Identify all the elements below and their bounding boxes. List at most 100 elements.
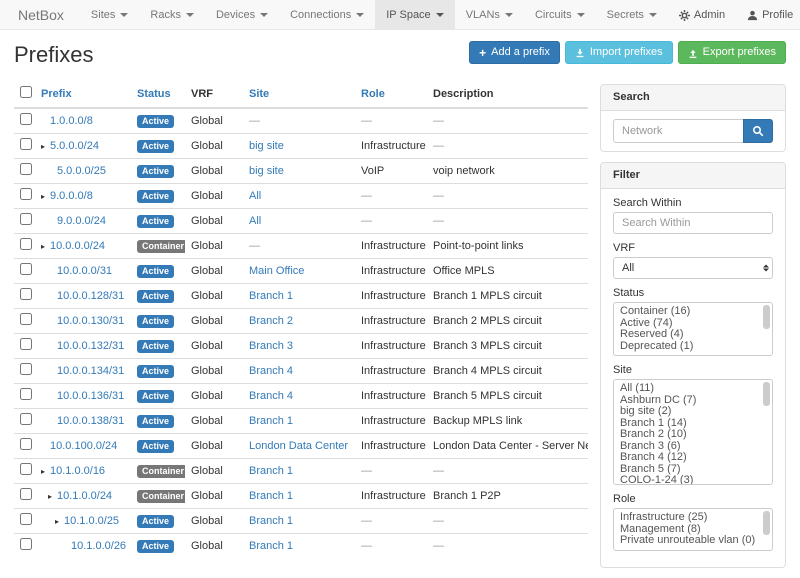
row-checkbox[interactable] <box>20 413 32 425</box>
description-cell: voip network <box>427 159 588 184</box>
brand[interactable]: NetBox <box>0 0 80 29</box>
listbox-option[interactable]: All (11) <box>614 383 772 395</box>
prefix-link[interactable]: 10.0.0.0/24 <box>50 240 105 252</box>
expand-arrow-icon: ▸ <box>41 190 50 203</box>
row-checkbox[interactable] <box>20 213 32 225</box>
listbox-option[interactable]: big site (2) <box>614 406 772 418</box>
prefix-link[interactable]: 5.0.0.0/24 <box>50 140 99 152</box>
listbox-scrollbar[interactable] <box>763 511 770 535</box>
row-checkbox[interactable] <box>20 538 32 550</box>
row-checkbox[interactable] <box>20 513 32 525</box>
site-link[interactable]: Main Office <box>249 265 304 277</box>
prefix-link[interactable]: 10.0.0.134/31 <box>57 365 124 377</box>
prefix-link[interactable]: 9.0.0.0/24 <box>57 215 106 227</box>
listbox-option[interactable]: Deprecated (1) <box>614 341 772 353</box>
search-button[interactable] <box>743 119 773 143</box>
site-filter-label: Site <box>613 364 773 376</box>
prefix-link[interactable]: 10.0.0.136/31 <box>57 390 124 402</box>
listbox-option[interactable]: Private unrouteable vlan (0) <box>614 535 772 547</box>
table-row: 10.0.100.0/24 Active Global London Data … <box>14 434 588 459</box>
site-link[interactable]: All <box>249 215 261 227</box>
listbox-option[interactable]: Management (8) <box>614 524 772 536</box>
nav-item-connections[interactable]: Connections <box>279 0 375 29</box>
table-row: ▸5.0.0.0/24 Active Global big site Infra… <box>14 134 588 159</box>
vrf-cell: Global <box>185 359 243 384</box>
nav-item-circuits[interactable]: Circuits <box>524 0 596 29</box>
select-all-checkbox[interactable] <box>20 86 32 98</box>
row-checkbox[interactable] <box>20 188 32 200</box>
row-checkbox[interactable] <box>20 463 32 475</box>
nav-item-secrets[interactable]: Secrets <box>596 0 668 29</box>
site-link[interactable]: big site <box>249 165 284 177</box>
prefix-link[interactable]: 10.1.0.0/26 <box>71 540 126 552</box>
listbox-option[interactable]: Infrastructure (25) <box>614 512 772 524</box>
row-checkbox[interactable] <box>20 488 32 500</box>
prefix-link[interactable]: 10.0.0.130/31 <box>57 315 124 327</box>
listbox-option[interactable]: COLO-1-24 (3) <box>614 475 772 485</box>
prefix-link[interactable]: 10.0.0.0/31 <box>57 265 112 277</box>
site-link[interactable]: Branch 1 <box>249 540 293 552</box>
row-checkbox[interactable] <box>20 288 32 300</box>
prefix-link[interactable]: 10.0.0.128/31 <box>57 290 124 302</box>
site-link[interactable]: Branch 1 <box>249 490 293 502</box>
site-listbox[interactable]: All (11)Ashburn DC (7)big site (2)Branch… <box>613 379 773 485</box>
prefix-link[interactable]: 10.0.100.0/24 <box>50 440 117 452</box>
vrf-select[interactable]: All <box>613 257 773 279</box>
prefix-link[interactable]: 1.0.0.0/8 <box>50 115 93 127</box>
site-link[interactable]: big site <box>249 140 284 152</box>
listbox-scrollbar[interactable] <box>763 305 770 329</box>
export-prefixes-button[interactable]: Export prefixes <box>678 41 786 64</box>
nav-item-devices[interactable]: Devices <box>205 0 279 29</box>
search-within-input[interactable] <box>613 212 773 234</box>
nav-item-sites[interactable]: Sites <box>80 0 139 29</box>
site-link[interactable]: Branch 3 <box>249 340 293 352</box>
nav-item-vlans[interactable]: VLANs <box>455 0 524 29</box>
site-link[interactable]: Branch 4 <box>249 365 293 377</box>
status-listbox[interactable]: Container (16)Active (74)Reserved (4)Dep… <box>613 302 773 356</box>
row-checkbox[interactable] <box>20 338 32 350</box>
site-link[interactable]: Branch 2 <box>249 315 293 327</box>
site-link[interactable]: All <box>249 190 261 202</box>
row-checkbox[interactable] <box>20 363 32 375</box>
listbox-scrollbar[interactable] <box>763 382 770 406</box>
chevron-down-icon <box>120 13 128 17</box>
row-checkbox[interactable] <box>20 238 32 250</box>
prefix-link[interactable]: 9.0.0.0/8 <box>50 190 93 202</box>
prefix-link[interactable]: 10.1.0.0/16 <box>50 465 105 477</box>
import-prefixes-button[interactable]: Import prefixes <box>565 41 673 64</box>
prefix-link[interactable]: 10.1.0.0/24 <box>57 490 112 502</box>
listbox-option[interactable]: Branch 2 (10) <box>614 429 772 441</box>
row-checkbox[interactable] <box>20 113 32 125</box>
site-link[interactable]: Branch 1 <box>249 290 293 302</box>
prefix-link[interactable]: 5.0.0.0/25 <box>57 165 106 177</box>
site-cell: Branch 1 <box>243 509 355 534</box>
col-header-status[interactable]: Status <box>131 80 185 108</box>
listbox-option[interactable]: Container (16) <box>614 306 772 318</box>
nav-item-racks[interactable]: Racks <box>139 0 205 29</box>
listbox-option[interactable]: Reserved (4) <box>614 329 772 341</box>
site-link[interactable]: Branch 4 <box>249 390 293 402</box>
profile-link[interactable]: Profile <box>736 0 800 29</box>
row-checkbox[interactable] <box>20 388 32 400</box>
role-listbox[interactable]: Infrastructure (25)Management (8)Private… <box>613 508 773 551</box>
nav-item-ip-space[interactable]: IP Space <box>375 0 454 29</box>
prefix-link[interactable]: 10.1.0.0/25 <box>64 515 119 527</box>
col-header-role[interactable]: Role <box>355 80 427 108</box>
col-header-site[interactable]: Site <box>243 80 355 108</box>
row-checkbox[interactable] <box>20 163 32 175</box>
admin-link[interactable]: Admin <box>668 0 736 29</box>
site-link[interactable]: Branch 1 <box>249 465 293 477</box>
search-input[interactable] <box>613 119 743 143</box>
listbox-option[interactable]: Branch 4 (12) <box>614 452 772 464</box>
site-link[interactable]: Branch 1 <box>249 415 293 427</box>
site-link[interactable]: London Data Center <box>249 440 348 452</box>
row-checkbox[interactable] <box>20 313 32 325</box>
row-checkbox[interactable] <box>20 138 32 150</box>
row-checkbox[interactable] <box>20 438 32 450</box>
prefix-link[interactable]: 10.0.0.138/31 <box>57 415 124 427</box>
row-checkbox[interactable] <box>20 263 32 275</box>
col-header-prefix[interactable]: Prefix <box>35 80 131 108</box>
prefix-link[interactable]: 10.0.0.132/31 <box>57 340 124 352</box>
site-link[interactable]: Branch 1 <box>249 515 293 527</box>
add-prefix-button[interactable]: + Add a prefix <box>469 41 560 64</box>
